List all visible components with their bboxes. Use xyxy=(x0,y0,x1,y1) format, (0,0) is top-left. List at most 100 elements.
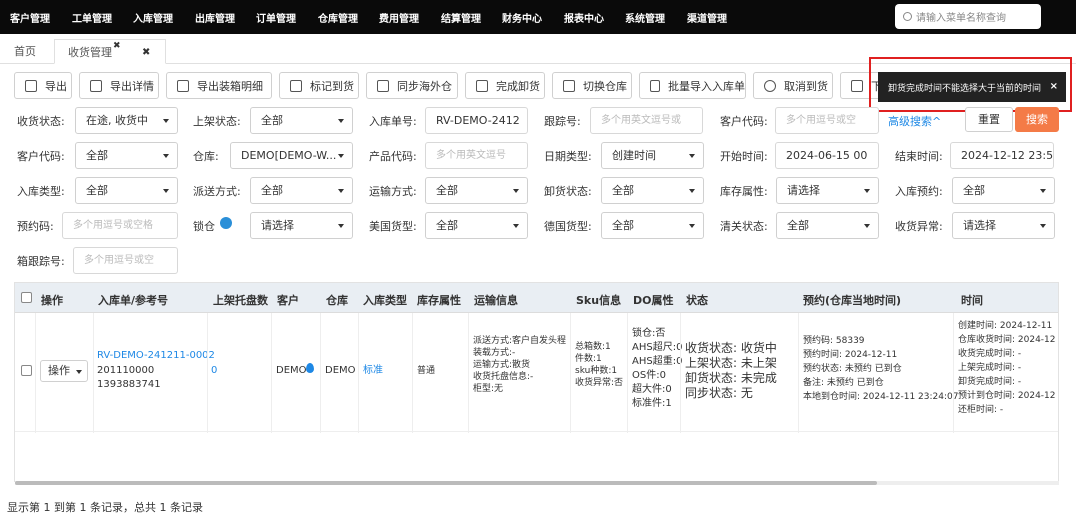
reserve-code-input[interactable]: 多个用逗号或空格 xyxy=(62,212,178,239)
th-pallets: 上架托盘数 xyxy=(213,294,268,307)
export-detail-button[interactable]: 导出详情 xyxy=(79,72,159,99)
nav-item-outbound[interactable]: 出库管理 xyxy=(195,10,235,25)
reserve-line: 预约时间: 2024-12-11 xyxy=(803,350,898,360)
us-type-label: 美国货型: xyxy=(369,220,417,233)
nav-item-finance[interactable]: 财务中心 xyxy=(502,10,542,25)
col-divider xyxy=(798,313,799,433)
reserve-select[interactable]: 全部 xyxy=(952,177,1055,204)
shelf-status-select[interactable]: 全部 xyxy=(250,107,353,134)
de-type-select[interactable]: 全部 xyxy=(601,212,704,239)
tab-close-icon[interactable]: ✖ xyxy=(113,34,121,59)
anomaly-select[interactable]: 请选择 xyxy=(952,212,1055,239)
chevron-down-icon xyxy=(864,224,870,228)
customer-select[interactable]: 全部 xyxy=(75,142,178,169)
customs-select[interactable]: 全部 xyxy=(776,212,879,239)
customer-code-input[interactable]: 多个用逗号或空 xyxy=(775,107,879,134)
shelf-status-label: 上架状态: xyxy=(193,115,241,128)
export-packing-button[interactable]: 导出装箱明细 xyxy=(166,72,272,99)
transport-label: 运输方式: xyxy=(369,185,417,198)
switch-warehouse-button[interactable]: 切换仓库 xyxy=(552,72,632,99)
mark-arrival-label: 标记到货 xyxy=(310,79,354,93)
date-type-select[interactable]: 创建时间 xyxy=(601,142,704,169)
nav-item-settlement[interactable]: 结算管理 xyxy=(441,10,481,25)
tracking-input[interactable]: 多个用英文逗号或 xyxy=(590,107,703,134)
date-type-label: 日期类型: xyxy=(544,150,592,163)
export-button[interactable]: 导出 xyxy=(14,72,72,99)
reset-button[interactable]: 重置 xyxy=(965,107,1013,132)
export-icon xyxy=(177,79,189,92)
inbound-type-select[interactable]: 全部 xyxy=(75,177,178,204)
row-checkbox[interactable] xyxy=(21,365,32,376)
reserve-label: 入库预约: xyxy=(895,185,943,198)
do-line: AHS超重:0 xyxy=(632,356,683,367)
receive-status-cell: 收货状态: 收货中 xyxy=(685,341,777,355)
dispatch-label: 派送方式: xyxy=(193,185,241,198)
box-tracking-input[interactable]: 多个用逗号或空 xyxy=(73,247,178,274)
col-divider xyxy=(953,313,954,433)
nav-item-inbound[interactable]: 入库管理 xyxy=(133,10,173,25)
chevron-down-icon xyxy=(689,154,695,158)
dispatch-select[interactable]: 全部 xyxy=(250,177,353,204)
th-do: DO属性 xyxy=(633,294,674,307)
chevron-down-icon xyxy=(689,189,695,193)
inbound-no-input[interactable]: RV-DEMO-2412 xyxy=(425,107,528,134)
nav-item-system[interactable]: 系统管理 xyxy=(625,10,665,25)
lock-select[interactable]: 请选择 xyxy=(250,212,353,239)
col-divider xyxy=(412,313,413,433)
tab-home[interactable]: 首页 xyxy=(0,39,50,64)
time-line: 还柜时间: - xyxy=(958,405,1004,415)
nav-item-channel[interactable]: 渠道管理 xyxy=(687,10,727,25)
help-icon[interactable] xyxy=(220,217,232,229)
lock-value: 请选择 xyxy=(261,219,294,232)
nav-item-report[interactable]: 报表中心 xyxy=(564,10,604,25)
cancel-arrival-button[interactable]: 取消到货 xyxy=(753,72,833,99)
nav-item-order[interactable]: 订单管理 xyxy=(256,10,296,25)
chevron-down-icon xyxy=(1040,224,1046,228)
transport-select[interactable]: 全部 xyxy=(425,177,528,204)
th-warehouse: 仓库 xyxy=(326,294,348,307)
time-line: 预计到仓时间: 2024-12 xyxy=(958,391,1056,401)
mark-arrival-button[interactable]: 标记到货 xyxy=(279,72,359,99)
stock-attr-select[interactable]: 请选择 xyxy=(776,177,879,204)
sync-overseas-button[interactable]: 同步海外仓 xyxy=(366,72,458,99)
inbound-no-link[interactable]: RV-DEMO-241211-0002 xyxy=(97,350,215,362)
scrollbar-thumb[interactable] xyxy=(15,481,877,485)
stock-attr-value: 请选择 xyxy=(787,184,820,197)
close-icon[interactable]: ✖ xyxy=(142,40,150,65)
export-label: 导出 xyxy=(45,79,67,93)
switch-warehouse-label: 切换仓库 xyxy=(583,79,627,93)
advanced-search-link[interactable]: 高级搜索^ xyxy=(888,113,941,129)
start-time-input[interactable]: 2024-06-15 00 xyxy=(775,142,879,169)
nav-item-fee[interactable]: 费用管理 xyxy=(379,10,419,25)
inbound-type-link[interactable]: 标准 xyxy=(363,365,383,377)
time-line: 创建时间: 2024-12-11 xyxy=(958,321,1053,331)
warehouse-select[interactable]: DEMO[DEMO-W... xyxy=(230,142,353,169)
sync-overseas-label: 同步海外仓 xyxy=(397,79,452,93)
pallet-count-link[interactable]: 0 xyxy=(211,365,217,377)
batch-import-button[interactable]: 批量导入入库单 xyxy=(639,72,746,99)
ref-no-2: 1393883741 xyxy=(97,379,161,390)
check-icon xyxy=(290,79,302,92)
tab-receiving[interactable]: 收货管理 ✖ ✖ xyxy=(54,39,166,64)
receive-status-select[interactable]: 在途, 收货中 xyxy=(75,107,178,134)
horizontal-scrollbar[interactable] xyxy=(15,481,1059,485)
row-action-dropdown[interactable]: 操作 xyxy=(40,360,88,382)
menu-search-input[interactable]: 请输入菜单名称查询 xyxy=(895,4,1041,29)
th-stock: 库存属性 xyxy=(417,294,461,307)
col-divider xyxy=(271,313,272,433)
search-button[interactable]: 搜索 xyxy=(1015,107,1059,132)
reserve-value: 全部 xyxy=(963,184,985,197)
sku-line: sku种数:1 xyxy=(575,366,618,376)
unload-status-select[interactable]: 全部 xyxy=(601,177,704,204)
nav-item-warehouse[interactable]: 仓库管理 xyxy=(318,10,358,25)
highlight-box xyxy=(869,57,1072,112)
nav-item-workorder[interactable]: 工单管理 xyxy=(72,10,112,25)
finish-unload-button[interactable]: 完成卸货 xyxy=(465,72,545,99)
check-icon xyxy=(476,79,488,92)
stock-attr-label: 库存属性: xyxy=(720,185,768,198)
product-code-input[interactable]: 多个用英文逗号 xyxy=(425,142,528,169)
nav-item-customer[interactable]: 客户管理 xyxy=(10,10,50,25)
end-time-input[interactable]: 2024-12-12 23:5 xyxy=(950,142,1054,169)
us-type-select[interactable]: 全部 xyxy=(425,212,528,239)
select-all-checkbox[interactable] xyxy=(21,292,32,303)
